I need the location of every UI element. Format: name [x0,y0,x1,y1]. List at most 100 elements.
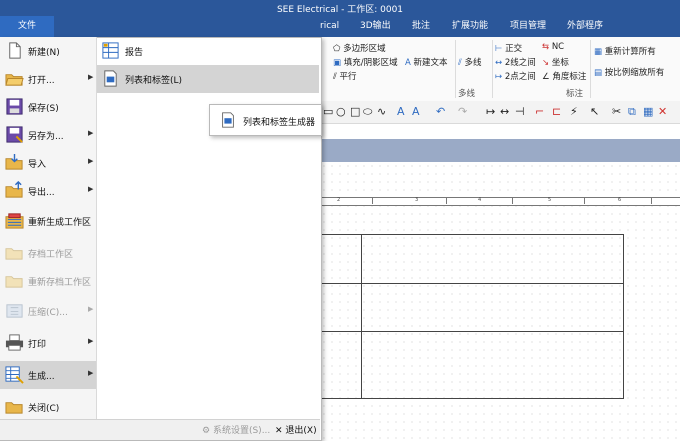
table-row-line [300,283,623,284]
new-text-button[interactable]: A 新建文本 [405,56,448,68]
new-doc-icon [9,42,21,59]
ruler-tick [372,197,373,204]
submenu-item-list-and-label[interactable]: 列表和标签(L) [97,65,319,93]
save-as-icon [6,126,23,143]
scale-all-button[interactable]: ▤ 按比例缩放所有 [594,66,664,78]
submenu-item-report[interactable]: 报告 [97,37,319,65]
ellipse-tool-icon[interactable]: ⬭ [363,105,372,119]
two-points-icon: ↦ [495,72,503,82]
wave-tool-icon[interactable]: ∿ [377,105,386,118]
ruler-label: 3 [415,197,419,203]
angle-icon: ∠ [542,72,550,82]
group-separator [492,40,493,98]
ruler-label: 6 [618,197,622,203]
ruler-tick [446,197,447,204]
chevron-right-icon: ▶ [88,73,94,81]
ruler-tick [651,197,652,204]
group-label-polyline: 多线 [458,89,476,99]
chevron-right-icon: ▶ [88,129,94,137]
ruler-tick [512,197,513,204]
circle-tool-icon[interactable]: ○ [336,105,346,118]
pointer-icon[interactable]: ↖ [590,105,599,118]
two-lines-icon: ↔ [495,58,503,68]
group-label-dimension: 标注 [566,89,584,99]
redo-icon[interactable]: ↷ [458,105,467,118]
between-two-lines-button[interactable]: ↔ 2线之间 [495,56,536,68]
rectangle-tool-icon[interactable]: ▭ [323,105,333,118]
file-tab[interactable]: 文件 [0,16,54,37]
menu-item-import[interactable]: 导入 ▶ [0,149,96,177]
chevron-right-icon: ▶ [88,305,94,313]
chevron-right-icon: ▶ [88,369,94,377]
title-bar: SEE Electrical - 工作区: 0001 [0,0,680,16]
tab-annotation[interactable]: 批注 [412,16,430,37]
measure-icon[interactable]: ↦ [486,105,495,118]
cut-icon[interactable]: ✂ [612,105,621,118]
archive-icon [5,248,23,260]
wire-icon[interactable]: ⌐ [535,105,544,118]
undo-icon[interactable]: ↶ [436,105,445,118]
tab-project-management[interactable]: 项目管理 [510,16,546,37]
menu-item-regenerate-workspace[interactable]: 重新生成工作区 [0,207,96,235]
scale-icon: ▤ [594,68,603,78]
paste-icon[interactable]: ▦ [643,105,653,118]
polyline-button[interactable]: ⫽ 多线 [458,56,482,68]
tab-external-programs[interactable]: 外部程序 [567,16,603,37]
menu-item-export[interactable]: 导出... ▶ [0,177,96,205]
ruler-label: 2 [337,197,341,203]
polygon-area-icon: ⬠ [333,44,341,54]
settings-icon: ⚙ [202,426,211,436]
text-style-icon[interactable]: A [412,105,420,118]
exit-button[interactable]: ✕ 退出(X) [275,423,317,436]
menu-item-new[interactable]: 新建(N) [0,37,96,65]
chevron-right-icon: ▶ [88,185,94,193]
delete-icon[interactable]: ✕ [658,105,667,118]
fill-area-button[interactable]: ▣ 填充/阴影区域 [333,56,398,68]
menu-item-save-as[interactable]: 另存为... ▶ [0,121,96,149]
chevron-right-icon: ▶ [88,157,94,165]
menu-item-archive-workspace[interactable]: 存档工作区 [0,239,96,267]
menu-item-save[interactable]: 保存(S) [0,93,96,121]
menu-item-rearchive-workspace[interactable]: 重新存档工作区 [0,267,96,295]
list-label-icon [104,70,117,87]
drawing-table-frame [300,234,624,399]
coordinate-icon: ↘ [542,58,550,68]
menu-item-compress[interactable]: 压缩(C)... ▶ [0,297,96,325]
list-label-generator-popup[interactable]: 列表和标签生成器 [209,104,322,136]
system-settings-button[interactable]: ⚙ 系统设置(S)... [202,423,270,436]
connect-icon[interactable]: ⊏ [552,105,561,118]
bolt-icon[interactable]: ⚡ [570,105,578,118]
table-column-line [361,234,362,398]
tab-extensions[interactable]: 扩展功能 [452,16,488,37]
coordinate-button[interactable]: ↘ 坐标 [542,56,569,68]
polygon-area-button[interactable]: ⬠ 多边形区域 [333,42,386,54]
tab-electrical[interactable]: rical [320,16,339,37]
parallel-button[interactable]: ⫽ 平行 [333,70,357,82]
generator-icon [222,112,234,128]
parallel-icon: ⫽ [333,72,337,82]
close-folder-icon [5,402,23,414]
between-two-points-button[interactable]: ↦ 2点之间 [495,70,536,82]
print-icon [5,334,24,351]
measure-3-icon[interactable]: ⊣ [515,105,525,118]
window-title: SEE Electrical - 工作区: 0001 [276,5,404,15]
menu-item-print[interactable]: 打印 ▶ [0,329,96,357]
save-icon [6,98,23,115]
menu-item-generate[interactable]: 生成... ▶ [0,361,96,389]
fill-area-icon: ▣ [333,58,342,68]
tab-3d-output[interactable]: 3D输出 [360,16,391,37]
recalc-icon: ▦ [594,47,603,57]
nc-button[interactable]: ⇆ NC [542,42,564,52]
orthogonal-button[interactable]: ⊢ 正交 [495,42,522,54]
copy-icon[interactable]: ⧉ [628,105,636,119]
square-tool-icon[interactable]: □ [350,105,360,118]
measure-2-icon[interactable]: ↔ [500,105,509,118]
menu-item-close[interactable]: 关闭(C) [0,393,96,421]
text-icon: A [405,58,411,68]
text-tool-icon[interactable]: A [397,105,405,118]
angle-dimension-button[interactable]: ∠ 角度标注 [542,70,586,82]
chevron-right-icon: ▶ [88,337,94,345]
recalc-all-button[interactable]: ▦ 重新计算所有 [594,45,656,57]
open-folder-icon [5,74,24,86]
menu-item-open[interactable]: 打开... ▶ [0,65,96,93]
